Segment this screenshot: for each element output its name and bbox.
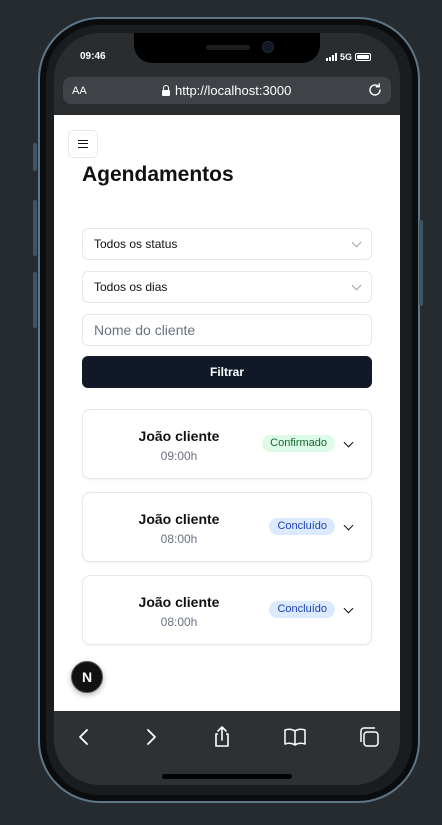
network-label: 5G [340,52,353,62]
day-select-value: Todos os dias [94,280,168,294]
notch [134,33,320,63]
status-bar: 09:46 5G [54,33,400,75]
back-icon[interactable] [72,725,96,749]
url-text: http://localhost:3000 [175,83,292,98]
page-title: Agendamentos [82,163,234,186]
client-name-input[interactable] [82,314,372,346]
day-select[interactable]: Todos os dias [82,271,372,303]
status-indicators: 5G [326,52,372,62]
appointment-time: 08:00h [160,615,198,629]
status-time: 09:46 [80,51,106,62]
share-icon[interactable] [210,725,234,749]
expand-chevron-icon[interactable] [343,437,354,448]
appointment-card[interactable]: João cliente 09:00h Confirmado [82,409,372,479]
address-bar[interactable]: AA http://localhost:3000 [63,77,391,104]
web-page: Agendamentos Todos os status Todos os di… [54,115,400,711]
mute-switch [33,143,37,171]
volume-up-button [33,200,37,256]
phone-screen: 09:46 5G AA http://localhost:3000 Agenda… [54,33,400,785]
lock-icon [162,84,170,96]
reload-icon[interactable] [367,82,383,98]
appointment-time: 09:00h [160,449,198,463]
volume-down-button [33,272,37,328]
chevron-down-icon [351,237,362,247]
url-display[interactable]: http://localhost:3000 [162,83,291,98]
filter-button[interactable]: Filtrar [82,356,372,388]
status-badge: Confirmado [262,435,335,452]
bookmarks-icon[interactable] [283,725,307,749]
status-badge: Concluído [269,601,335,618]
text-size-button[interactable]: AA [72,85,87,97]
signal-icon [326,53,337,61]
status-select-value: Todos os status [94,237,178,251]
expand-chevron-icon[interactable] [343,520,354,531]
front-camera [262,41,274,53]
power-button [419,220,423,306]
menu-button[interactable] [68,130,98,158]
appointment-time: 08:00h [160,532,198,546]
tabs-icon[interactable] [357,725,381,749]
home-indicator [162,774,292,779]
speaker [206,45,250,50]
status-badge: Concluído [269,518,335,535]
client-name: João cliente [138,428,220,444]
forward-icon[interactable] [139,725,163,749]
status-select[interactable]: Todos os status [82,228,372,260]
battery-icon [355,53,372,61]
nextjs-dev-badge[interactable]: N [71,661,103,693]
appointment-card[interactable]: João cliente 08:00h Concluído [82,492,372,562]
expand-chevron-icon[interactable] [343,603,354,614]
appointment-card[interactable]: João cliente 08:00h Concluído [82,575,372,645]
client-name: João cliente [138,594,220,610]
client-name: João cliente [138,511,220,527]
hamburger-icon [78,140,88,148]
chevron-down-icon [351,280,362,290]
